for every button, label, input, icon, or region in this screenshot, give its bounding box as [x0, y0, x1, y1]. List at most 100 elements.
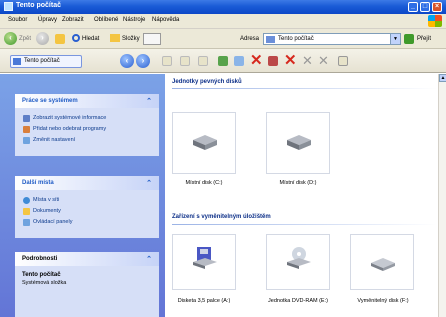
folders-button[interactable]: Složky: [110, 32, 140, 46]
place-label: Dokumenty: [33, 208, 61, 214]
back-label: Zpět: [19, 36, 32, 42]
drive-label: Jednotka DVD-RAM (E:): [268, 298, 328, 304]
cut-icon[interactable]: ✕: [302, 53, 313, 68]
folders-label: Složky: [122, 36, 140, 42]
place-documents[interactable]: Dokumenty: [23, 207, 61, 216]
menu-help[interactable]: Nápověda: [152, 17, 179, 23]
system-info-icon: [23, 115, 30, 122]
collapse-icon[interactable]: ⌃: [146, 179, 152, 187]
address-label: Adresa: [240, 36, 260, 42]
collapse-icon[interactable]: ⌃: [146, 255, 152, 263]
maximize-button[interactable]: □: [420, 2, 430, 12]
place-network[interactable]: Místa v síti: [23, 196, 59, 205]
go-icon[interactable]: [404, 34, 414, 44]
content-area: Jednotky pevných disků Místní disk (C:) …: [165, 74, 438, 317]
title-bar[interactable]: Tento počítač _ □ ×: [0, 0, 446, 14]
drive-tile-a[interactable]: [172, 234, 236, 290]
control-panel-icon: [23, 137, 30, 144]
place-control-panel[interactable]: Ovládací panely: [23, 218, 72, 227]
scroll-up-icon[interactable]: ▲: [439, 74, 446, 82]
task-add-remove-programs[interactable]: Přidat nebo odebrat programy: [23, 125, 106, 134]
section-divider: [172, 224, 437, 225]
system-tasks-panel: Práce se systémem ⌃ Zobrazit systémové i…: [15, 94, 159, 156]
details-panel: Podrobnosti ⌃ Tento počítač Systémová sl…: [15, 252, 159, 317]
minimize-button[interactable]: _: [408, 2, 418, 12]
favorites-star-icon[interactable]: [162, 56, 172, 66]
search-icon: [72, 34, 80, 43]
secondary-toolbar: Tento počítač ‹ › ✕ ✕ ✕ ✕: [0, 49, 446, 73]
drive-tile-d[interactable]: [266, 112, 330, 174]
network-icon: [23, 197, 30, 204]
delete-icon[interactable]: ✕: [250, 53, 263, 68]
menu-view[interactable]: Zobrazit: [62, 17, 84, 23]
views-button[interactable]: [143, 33, 161, 45]
details-title: Podrobnosti: [22, 256, 58, 262]
move-icon[interactable]: [198, 56, 208, 66]
drive-tile-c[interactable]: [172, 112, 236, 174]
copy-to-icon[interactable]: [218, 56, 228, 66]
hdd-section-title: Jednotky pevných disků: [172, 79, 242, 85]
other-places-panel: Další místa ⌃ Místa v síti Dokumenty Ovl…: [15, 176, 159, 238]
taskpane-label: Tento počítač: [24, 58, 60, 64]
copy-icon[interactable]: [180, 56, 190, 66]
menu-bar: Soubor Úpravy Zobrazit Oblíbené Nástroje…: [0, 14, 446, 29]
drive-tile-f[interactable]: [350, 234, 414, 290]
up-folder-icon[interactable]: [55, 34, 65, 44]
windows-logo-icon: [428, 15, 442, 27]
menu-favorites[interactable]: Oblíbené: [94, 17, 118, 23]
close-button[interactable]: ×: [432, 2, 442, 12]
task-system-info[interactable]: Zobrazit systémové informace: [23, 114, 106, 123]
drive-label: Místní disk (C:): [185, 180, 223, 186]
delete-all-icon[interactable]: [268, 56, 278, 66]
place-label: Ovládací panely: [33, 219, 73, 225]
removable-section-title: Zařízení s vyměnitelným úložištěm: [172, 214, 271, 220]
hard-drive-icon: [193, 135, 217, 150]
search-label: Hledat: [82, 36, 100, 42]
section-divider: [172, 88, 437, 89]
details-desc: Systémová složka: [22, 280, 67, 286]
drive-label: Vyměnitelný disk (F:): [357, 298, 409, 304]
menu-file[interactable]: Soubor: [8, 17, 27, 23]
task-change-settings[interactable]: Změnit nastavení: [23, 136, 75, 145]
system-tasks-header[interactable]: Práce se systémem ⌃: [15, 94, 159, 108]
task-label: Zobrazit systémové informace: [33, 115, 107, 121]
undo-icon[interactable]: ✕: [318, 53, 329, 68]
hard-drive-icon: [287, 135, 311, 150]
other-places-header[interactable]: Další místa ⌃: [15, 176, 159, 190]
computer-icon: [13, 58, 21, 65]
details-header[interactable]: Podrobnosti ⌃: [15, 252, 159, 266]
programs-icon: [23, 126, 30, 133]
delete-red-icon[interactable]: ✕: [284, 53, 297, 68]
go-button[interactable]: Přejít: [417, 32, 431, 46]
details-name: Tento počítač: [22, 272, 61, 278]
standard-toolbar: ‹ Zpět › Hledat Složky Adresa Tento počí…: [0, 29, 446, 49]
back-button[interactable]: ‹: [4, 32, 17, 45]
menu-tools[interactable]: Nástroje: [123, 17, 145, 23]
collapse-icon[interactable]: ⌃: [146, 97, 152, 105]
move-to-icon[interactable]: [234, 56, 244, 66]
address-input[interactable]: Tento počítač: [278, 36, 314, 42]
back-arrow-button[interactable]: ‹: [120, 54, 134, 68]
place-label: Místa v síti: [33, 197, 60, 203]
address-computer-icon: [266, 36, 275, 43]
forward-button[interactable]: ›: [36, 32, 49, 45]
menu-edit[interactable]: Úpravy: [38, 17, 57, 23]
folders-icon: [110, 34, 120, 43]
drive-label: Disketa 3,5 palce (A:): [177, 298, 231, 304]
chevron-down-icon[interactable]: ▼: [390, 34, 400, 44]
drive-label: Místní disk (D:): [279, 180, 317, 186]
taskpane-button[interactable]: Tento počítač: [10, 55, 82, 68]
task-label: Změnit nastavení: [33, 137, 76, 143]
views-icon[interactable]: [338, 56, 348, 66]
floppy-drive-icon: [193, 247, 217, 269]
task-label: Přidat nebo odebrat programy: [33, 126, 107, 132]
search-button[interactable]: Hledat: [72, 32, 99, 46]
system-tasks-title: Práce se systémem: [22, 98, 78, 104]
drive-tile-e[interactable]: [266, 234, 330, 290]
vertical-scrollbar[interactable]: ▲: [438, 74, 446, 317]
dvd-drive-icon: [287, 247, 311, 269]
address-bar[interactable]: Tento počítač ▼: [263, 33, 401, 45]
removable-disk-icon: [371, 258, 395, 271]
task-pane: Práce se systémem ⌃ Zobrazit systémové i…: [0, 74, 165, 317]
forward-arrow-button[interactable]: ›: [136, 54, 150, 68]
